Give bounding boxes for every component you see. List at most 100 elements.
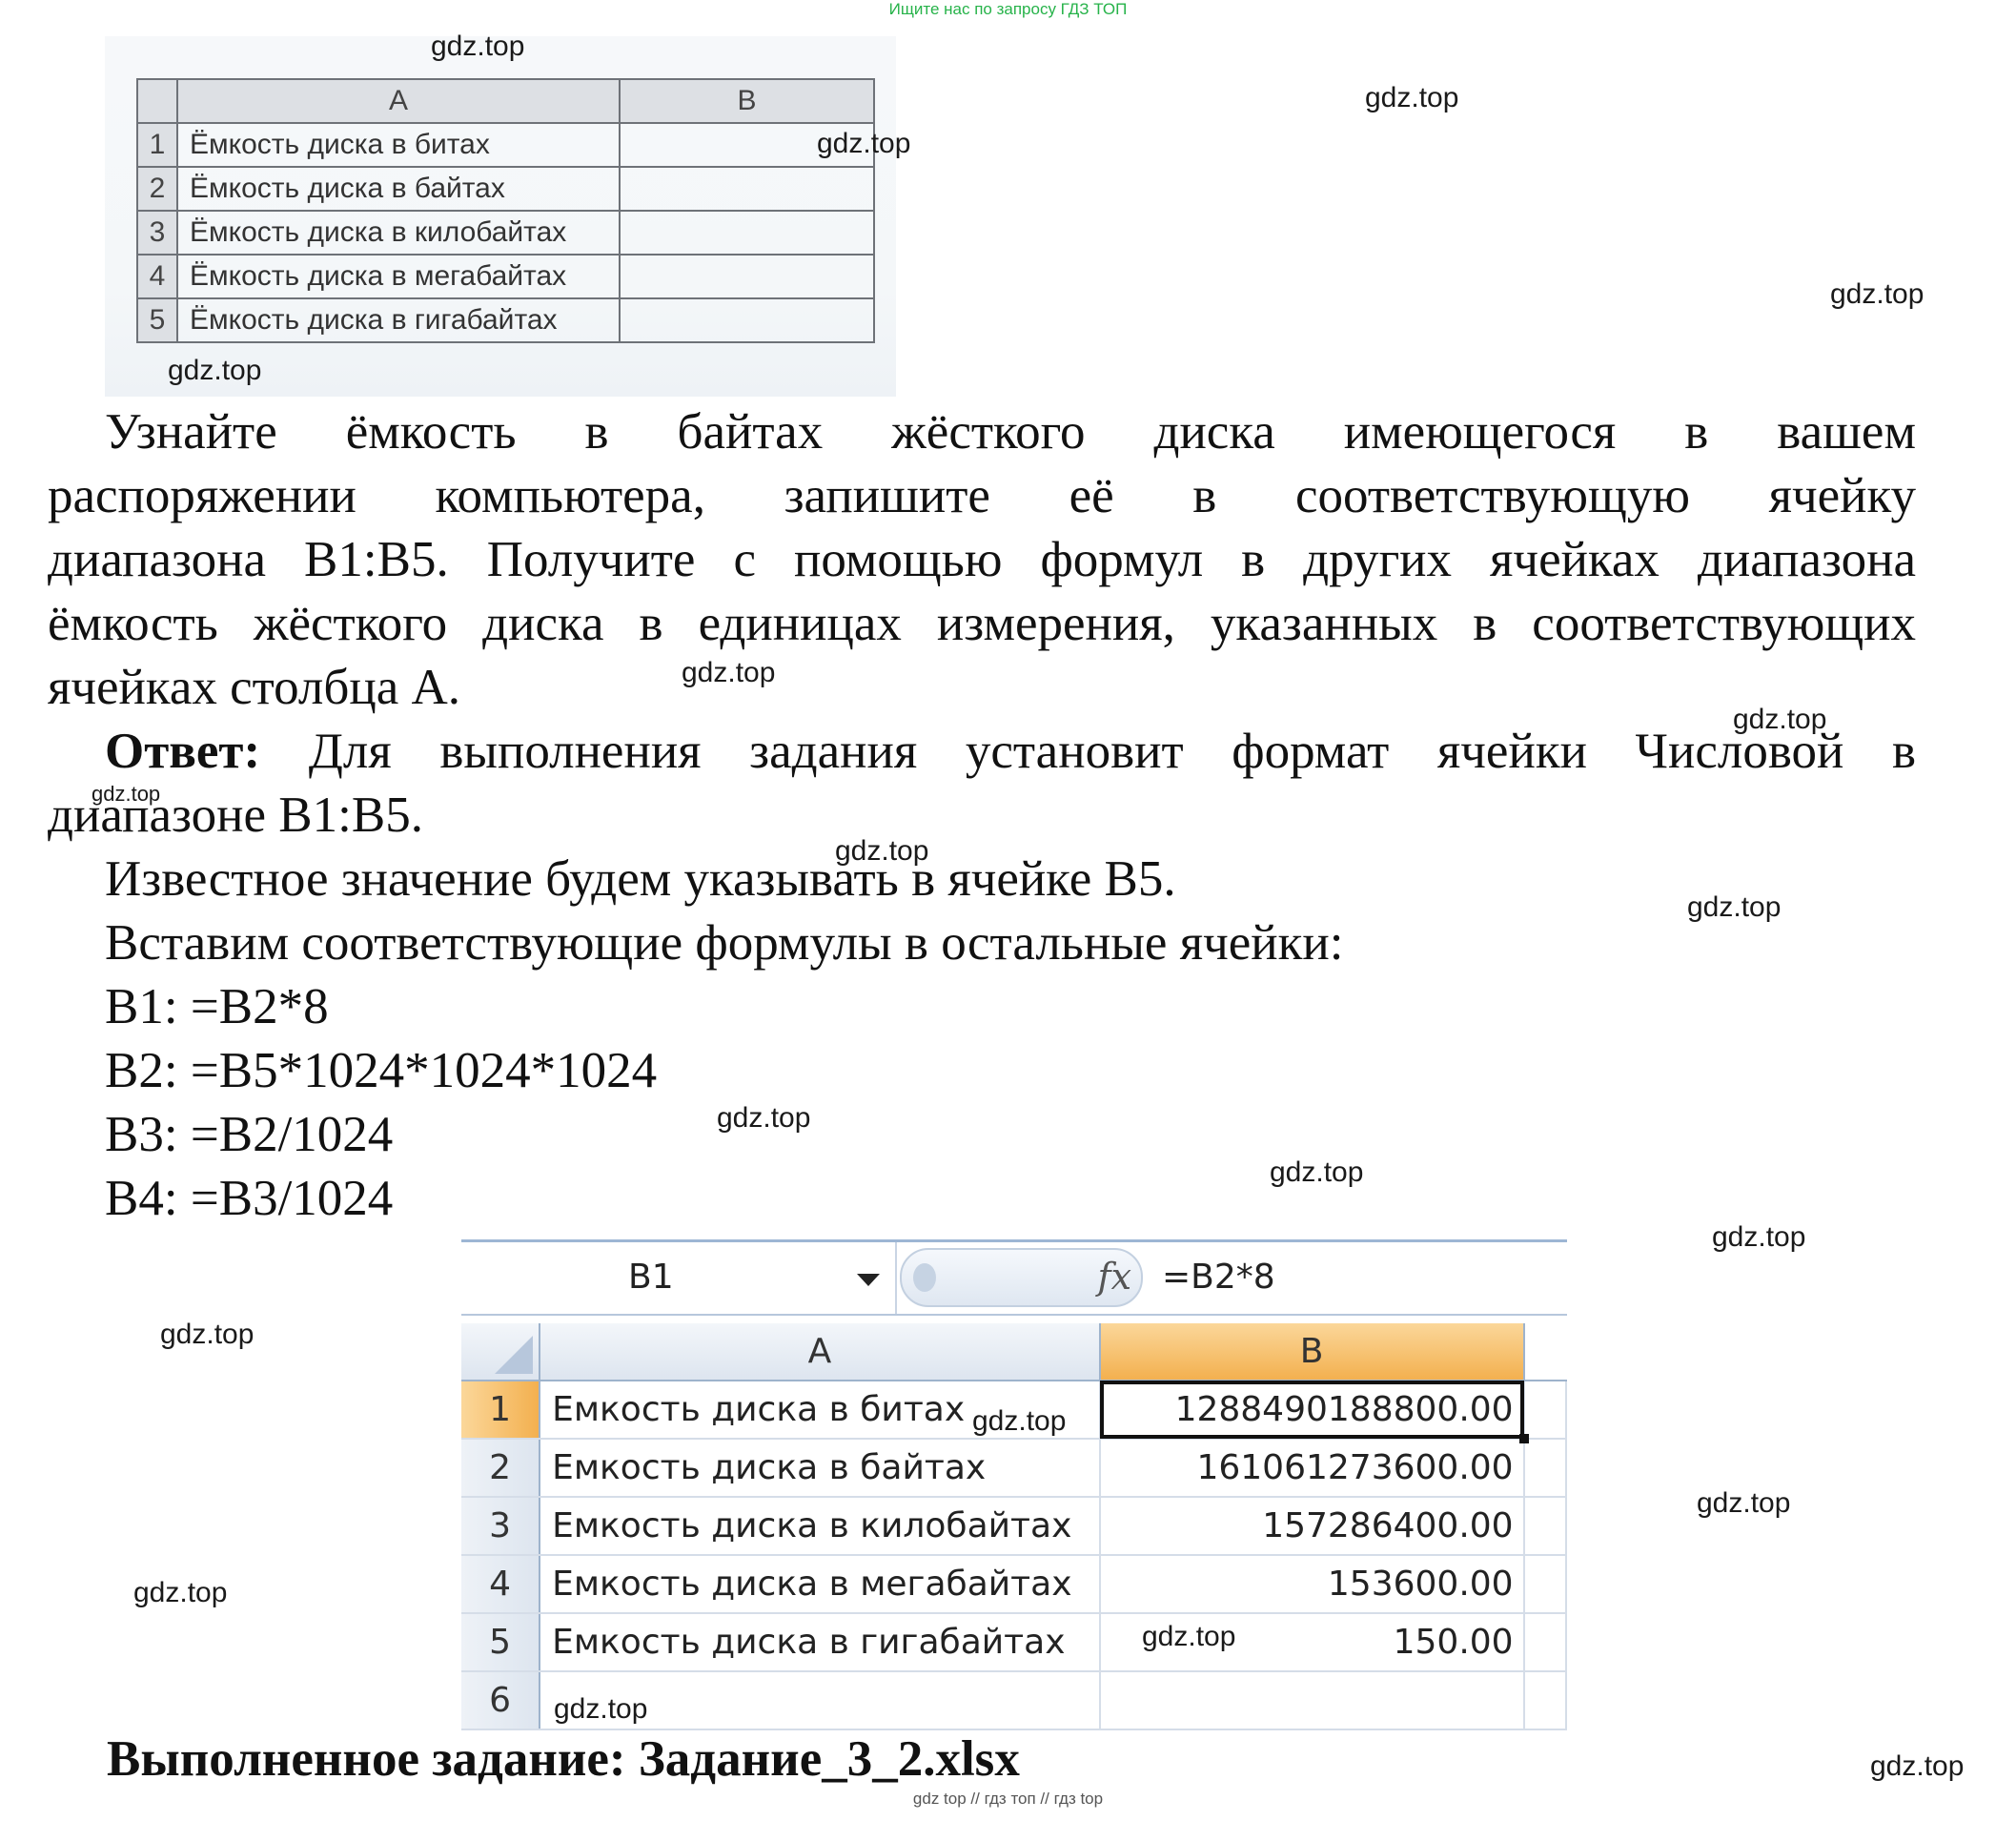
watermark: gdz.top: [717, 1102, 811, 1134]
row-header[interactable]: 5: [461, 1613, 541, 1672]
formula-input[interactable]: =B2*8: [1162, 1258, 1275, 1297]
cell-b[interactable]: [1099, 1671, 1525, 1730]
task-line: ёмкость жёсткого диска в единицах измере…: [48, 596, 1916, 651]
formula-line: B2: =B5*1024*1024*1024: [105, 1043, 658, 1098]
task-line: распоряжении компьютера, запишите её в с…: [48, 468, 1916, 523]
watermark: gdz.top: [1270, 1156, 1364, 1188]
table-row: 1 Ёмкость диска в битах: [136, 122, 875, 168]
row-number: 2: [136, 166, 178, 212]
cell-c[interactable]: [1523, 1613, 1568, 1672]
task-text: Узнайте ёмкость в байтах жёсткого диска …: [48, 400, 1916, 1231]
column-header-a: A: [176, 78, 621, 124]
row-header[interactable]: 6: [461, 1671, 541, 1730]
cell-c[interactable]: [1523, 1671, 1568, 1730]
table-row: 3 Ёмкость диска в килобайтах: [136, 210, 875, 256]
watermark: gdz.top: [1687, 891, 1782, 923]
completed-task: Выполненное задание: Задание_3_2.xlsx: [107, 1728, 1020, 1791]
task-line: ячейках столбца А.: [48, 660, 461, 715]
answer-line: Ответ: Для выполнения задания установит …: [48, 720, 1916, 784]
watermark: gdz.top: [682, 657, 776, 688]
table-row: 2 Емкость диска в байтах 161061273600.00: [461, 1439, 1568, 1498]
cell-b: [619, 297, 875, 343]
cell-a[interactable]: Емкость диска в байтах: [540, 1439, 1101, 1498]
row-number: 4: [136, 254, 178, 299]
cell-c[interactable]: [1523, 1555, 1568, 1614]
watermark: gdz.top: [1870, 1750, 1965, 1782]
watermark: gdz.top: [168, 355, 262, 386]
answer-text: Для выполнения задания установит формат …: [308, 724, 1917, 779]
cell-a: Ёмкость диска в килобайтах: [176, 210, 621, 256]
formula-line: B3: =B2/1024: [105, 1107, 394, 1162]
name-box[interactable]: B1: [461, 1242, 897, 1314]
row-number: 3: [136, 210, 178, 256]
cell-c[interactable]: [1523, 1439, 1568, 1498]
watermark: gdz.top: [92, 782, 161, 806]
excel-screenshot: B1 fx =B2*8 A B 1 Емкость диска в битах …: [461, 1239, 1568, 1731]
spreadsheet-grid: A B 1 Емкость диска в битах 128849018880…: [461, 1323, 1568, 1730]
watermark: gdz.top: [1733, 704, 1827, 735]
cell-a: Ёмкость диска в битах: [176, 122, 621, 168]
answer-line: Известное значение будем указывать в яче…: [105, 851, 1176, 907]
cell-b[interactable]: 161061273600.00: [1099, 1439, 1525, 1498]
cell-a[interactable]: Емкость диска в гигабайтах: [540, 1613, 1101, 1672]
cell-b[interactable]: 153600.00: [1099, 1555, 1525, 1614]
cell-a: Ёмкость диска в байтах: [176, 166, 621, 212]
cell-b: [619, 166, 875, 212]
cell-a: Ёмкость диска в мегабайтах: [176, 254, 621, 299]
row-header[interactable]: 1: [461, 1381, 541, 1440]
completed-file: Задание_3_2.xlsx: [638, 1731, 1020, 1787]
footer: gdz top // гдз топ // гдз top: [912, 1790, 1104, 1808]
row-header[interactable]: 3: [461, 1497, 541, 1556]
table-row: 4 Емкость диска в мегабайтах 153600.00: [461, 1555, 1568, 1614]
table-row: 5 Ёмкость диска в гигабайтах: [136, 297, 875, 343]
row-header[interactable]: 2: [461, 1439, 541, 1498]
answer-line: диапазоне B1:B5.: [48, 788, 423, 843]
row-number: 5: [136, 297, 178, 343]
watermark: gdz.top: [431, 31, 525, 62]
header-corner: [136, 78, 178, 124]
column-header-b[interactable]: B: [1099, 1323, 1525, 1381]
cell-b: [619, 254, 875, 299]
cell-c[interactable]: [1523, 1497, 1568, 1556]
answer-label: Ответ:: [105, 724, 261, 779]
watermark: gdz.top: [817, 128, 911, 159]
watermark: gdz.top: [1365, 82, 1459, 113]
formula-bar: B1 fx =B2*8: [461, 1239, 1567, 1316]
name-box-value: B1: [628, 1258, 674, 1297]
textbook-table: A B 1 Ёмкость диска в битах 2 Ёмкость ди…: [136, 78, 875, 343]
completed-label: Выполненное задание:: [107, 1731, 626, 1787]
select-all-icon: [495, 1336, 534, 1374]
watermark: gdz.top: [1712, 1221, 1806, 1253]
cell-b[interactable]: 157286400.00: [1099, 1497, 1525, 1556]
column-header-c[interactable]: [1523, 1323, 1566, 1381]
table-row: 4 Ёмкость диска в мегабайтах: [136, 254, 875, 299]
column-header-row: A B: [461, 1323, 1566, 1381]
column-header-a[interactable]: A: [540, 1323, 1101, 1381]
task-line: Узнайте ёмкость в байтах жёсткого диска …: [105, 404, 1916, 460]
row-header[interactable]: 4: [461, 1555, 541, 1614]
select-all-corner[interactable]: [461, 1323, 541, 1381]
watermark: gdz.top: [1830, 278, 1924, 310]
textbook-table-header: A B: [136, 78, 875, 124]
cell-a: Ёмкость диска в гигабайтах: [176, 297, 621, 343]
watermark: gdz.top: [835, 835, 929, 867]
cell-b-active[interactable]: 1288490188800.00: [1099, 1381, 1529, 1443]
cell-value: 1288490188800.00: [1174, 1390, 1514, 1429]
formula-line: B1: =B2*8: [105, 979, 329, 1034]
formula-line: B4: =B3/1024: [105, 1171, 394, 1226]
task-line: диапазона B1:B5. Получите с помощью форм…: [48, 532, 1916, 587]
watermark: gdz.top: [160, 1319, 255, 1350]
watermark: gdz.top: [1697, 1487, 1791, 1519]
watermark: gdz.top: [1142, 1621, 1236, 1652]
table-row: 5 Емкость диска в гигабайтах 150.00: [461, 1613, 1568, 1672]
cell-c[interactable]: [1523, 1381, 1568, 1440]
cell-a[interactable]: Емкость диска в мегабайтах: [540, 1555, 1101, 1614]
fx-icon[interactable]: fx: [1098, 1256, 1132, 1298]
fx-area: fx: [900, 1248, 1143, 1307]
resize-knob-icon: [913, 1263, 936, 1292]
chevron-down-icon[interactable]: [857, 1274, 880, 1286]
table-row: 2 Ёмкость диска в байтах: [136, 166, 875, 212]
cell-a[interactable]: Емкость диска в килобайтах: [540, 1497, 1101, 1556]
fill-handle[interactable]: [1518, 1434, 1529, 1443]
watermark: gdz.top: [133, 1577, 228, 1608]
